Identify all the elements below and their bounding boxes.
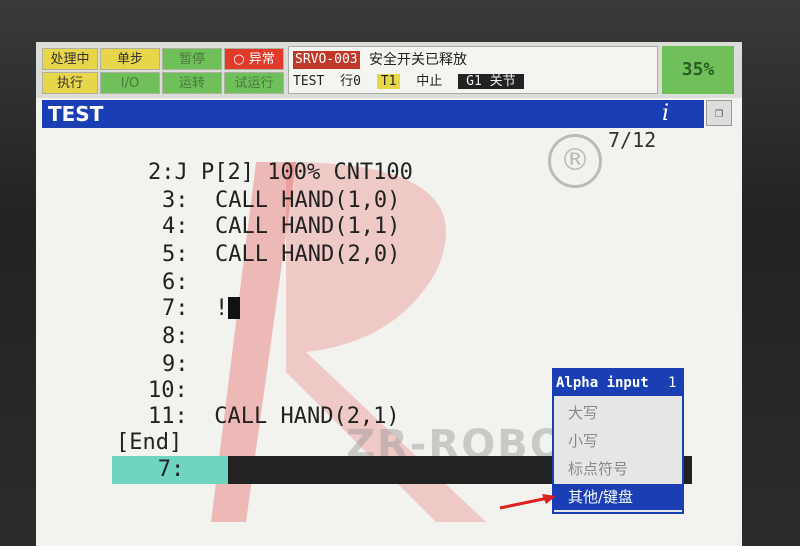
line-label: 行0 xyxy=(340,74,361,89)
indicator-prod: 运转 xyxy=(162,72,222,94)
program-line-2[interactable]: 2:J P[2] 100% CNT100 xyxy=(148,160,413,186)
group-badge: G1 关节 xyxy=(458,74,524,89)
indicator-tcyc: 试运行 xyxy=(224,72,284,94)
program-line-6[interactable]: 6: xyxy=(162,270,189,296)
run-state: 中止 xyxy=(416,74,443,89)
teach-pendant-screen: 处理中 单步 暂停 ○ 异常 执行 I/O 运转 试运行 SRVO-003 安全… xyxy=(36,42,742,546)
line-number: 3: xyxy=(162,188,189,213)
program-line-9[interactable]: 9: xyxy=(162,352,189,378)
line-number: 7: xyxy=(162,296,189,321)
alpha-input-popup: Alpha input 1 大写 小写 标点符号 其他/键盘 xyxy=(552,368,684,514)
program-name: TEST xyxy=(293,74,325,89)
line-number: 6: xyxy=(162,270,189,295)
program-line-4[interactable]: 4: CALL HAND(1,1) xyxy=(162,214,400,240)
popup-item-other-keyboard[interactable]: 其他/键盘 xyxy=(554,484,682,510)
indicator-io: I/O xyxy=(100,72,160,94)
program-line-7[interactable]: 7: ! xyxy=(162,296,241,322)
popup-title: Alpha input xyxy=(556,375,649,391)
edit-line-text: 7: ! xyxy=(118,457,238,482)
line-number: 10: xyxy=(148,378,188,403)
page-title: TEST xyxy=(48,102,104,126)
popup-header: Alpha input 1 xyxy=(554,370,682,396)
alarm-panel: SRVO-003 安全开关已释放 TEST 行0 T1 中止 G1 关节 xyxy=(288,46,658,94)
indicator-run: 执行 xyxy=(42,72,98,94)
override-display[interactable]: 35% xyxy=(662,46,734,94)
end-marker: [End] xyxy=(116,430,183,455)
indicator-step: 单步 xyxy=(100,48,160,70)
program-line-8[interactable]: 8: xyxy=(162,324,189,350)
title-bar: TEST i xyxy=(42,100,704,128)
line-counter: 7/12 xyxy=(608,128,657,152)
line-number: 5: xyxy=(162,242,189,267)
status-panel: 处理中 单步 暂停 ○ 异常 执行 I/O 运转 试运行 SRVO-003 安全… xyxy=(36,42,742,98)
line-code: ! xyxy=(188,296,229,321)
line-number: 8: xyxy=(162,324,189,349)
line-number: 4: xyxy=(162,214,189,239)
line-number: 9: xyxy=(162,352,189,377)
program-line-5[interactable]: 5: CALL HAND(2,0) xyxy=(162,242,400,268)
mode-badge: T1 xyxy=(376,74,401,89)
info-icon[interactable]: i xyxy=(662,100,669,128)
alarm-code: SRVO-003 xyxy=(293,51,360,69)
indicator-hold: 暂停 xyxy=(162,48,222,70)
program-line-3[interactable]: 3: CALL HAND(1,0) xyxy=(162,188,400,214)
indicator-fault-label: 异常 xyxy=(248,52,275,67)
line-number: 2:J xyxy=(148,160,188,185)
indicator-busy: 处理中 xyxy=(42,48,98,70)
line-code: CALL HAND(1,0) xyxy=(188,188,401,213)
text-cursor xyxy=(228,297,241,319)
alarm-message: 安全开关已释放 xyxy=(369,52,467,68)
window-maximize-icon[interactable]: ❐ xyxy=(706,100,732,126)
line-code: CALL HAND(1,1) xyxy=(188,214,401,239)
line-code: CALL HAND(2,0) xyxy=(188,242,401,267)
pointer-arrow-icon xyxy=(499,494,556,510)
line-number: 11: xyxy=(148,404,188,429)
program-status-row: TEST 行0 T1 中止 G1 关节 xyxy=(293,73,532,91)
line-code: P[2] 100% CNT100 xyxy=(187,160,413,185)
popup-item-uppercase[interactable]: 大写 xyxy=(554,400,682,426)
program-line-10[interactable]: 10: xyxy=(148,378,188,404)
indicator-fault: ○ 异常 xyxy=(224,48,284,70)
popup-item-punctuation[interactable]: 标点符号 xyxy=(554,456,682,482)
popup-item-lowercase[interactable]: 小写 xyxy=(554,428,682,454)
popup-number: 1 xyxy=(668,375,677,391)
registered-trademark-icon: ® xyxy=(548,134,602,188)
